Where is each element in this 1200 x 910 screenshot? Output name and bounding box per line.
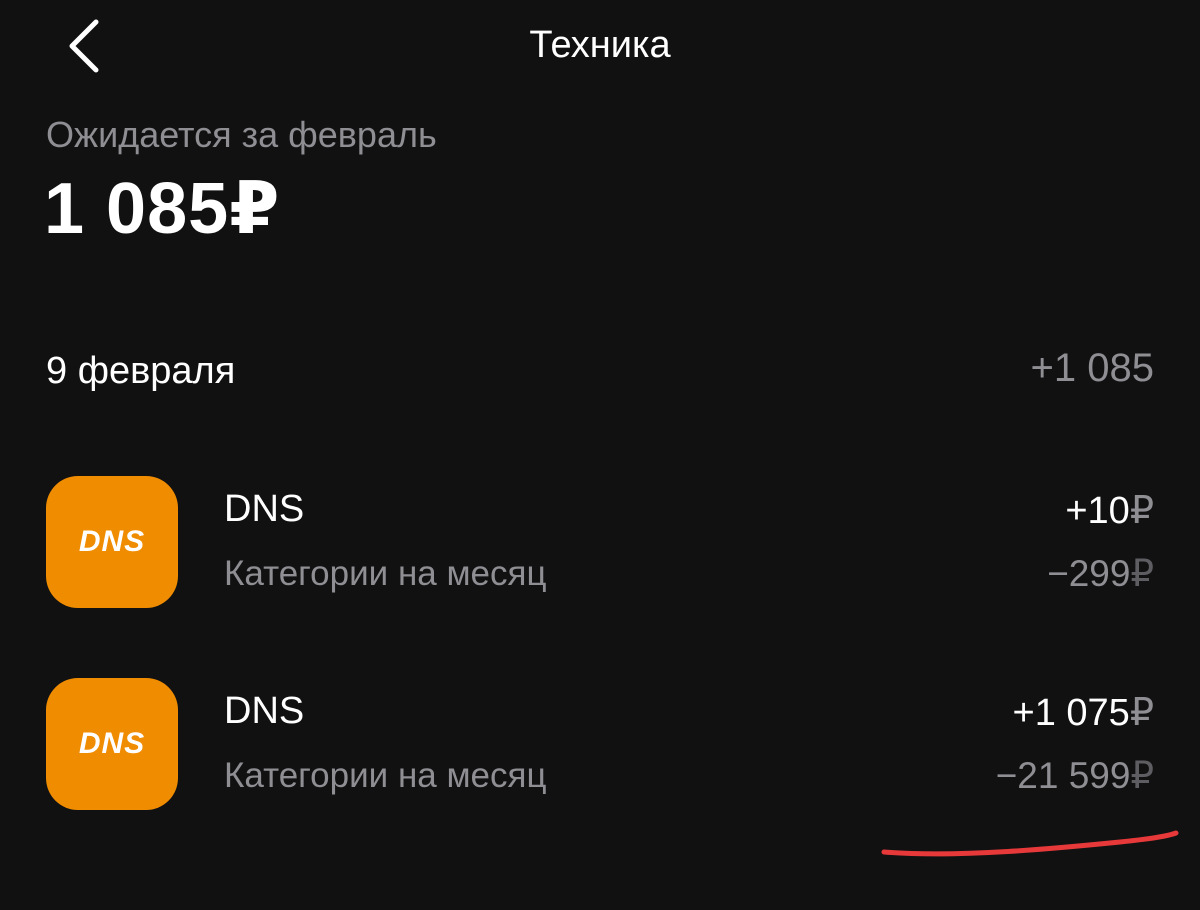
operation-category: Категории на месяц [224,554,547,593]
operation-cashback: −21 599₽ [996,754,1154,797]
operation-cashback-value: −21 599 [995,755,1131,796]
summary-label: Ожидается за февраль [46,114,437,155]
operation-row[interactable]: DNS DNS Категории на месяц +1 075₽ −21 5… [46,678,1154,814]
merchant-logo-text: DNS [78,525,146,558]
merchant-name: DNS [224,690,305,732]
page-title: Техника [529,24,671,66]
operation-cashback-currency: ₽ [1130,755,1154,796]
summary-amount-value: 1 085 [44,169,230,249]
operation-row[interactable]: DNS DNS Категории на месяц +10₽ −299₽ [46,476,1154,612]
merchant-logo: DNS [46,678,178,810]
date-label: 9 февраля [46,350,236,392]
header: Техника [0,0,1200,100]
merchant-name: DNS [224,488,305,530]
merchant-logo-text: DNS [78,727,146,760]
operation-amount-currency: ₽ [1129,490,1154,532]
date-group-header: 9 февраля +1 085 [46,346,1154,402]
operation-amount-value: +10 [1065,490,1130,532]
operation-amount: +1 075₽ [1013,690,1154,735]
operation-amount-value: +1 075 [1012,692,1130,734]
operation-cashback: −299₽ [1047,552,1154,595]
operation-category: Категории на месяц [224,756,547,795]
operation-cashback-currency: ₽ [1130,553,1154,594]
date-total: +1 085 [1030,346,1154,390]
merchant-logo: DNS [46,476,178,608]
summary-amount: 1 085₽ [44,166,280,250]
operation-cashback-value: −299 [1047,553,1131,594]
operation-amount-currency: ₽ [1129,692,1154,734]
summary-currency: ₽ [229,169,281,249]
operation-amount: +10₽ [1065,488,1154,533]
